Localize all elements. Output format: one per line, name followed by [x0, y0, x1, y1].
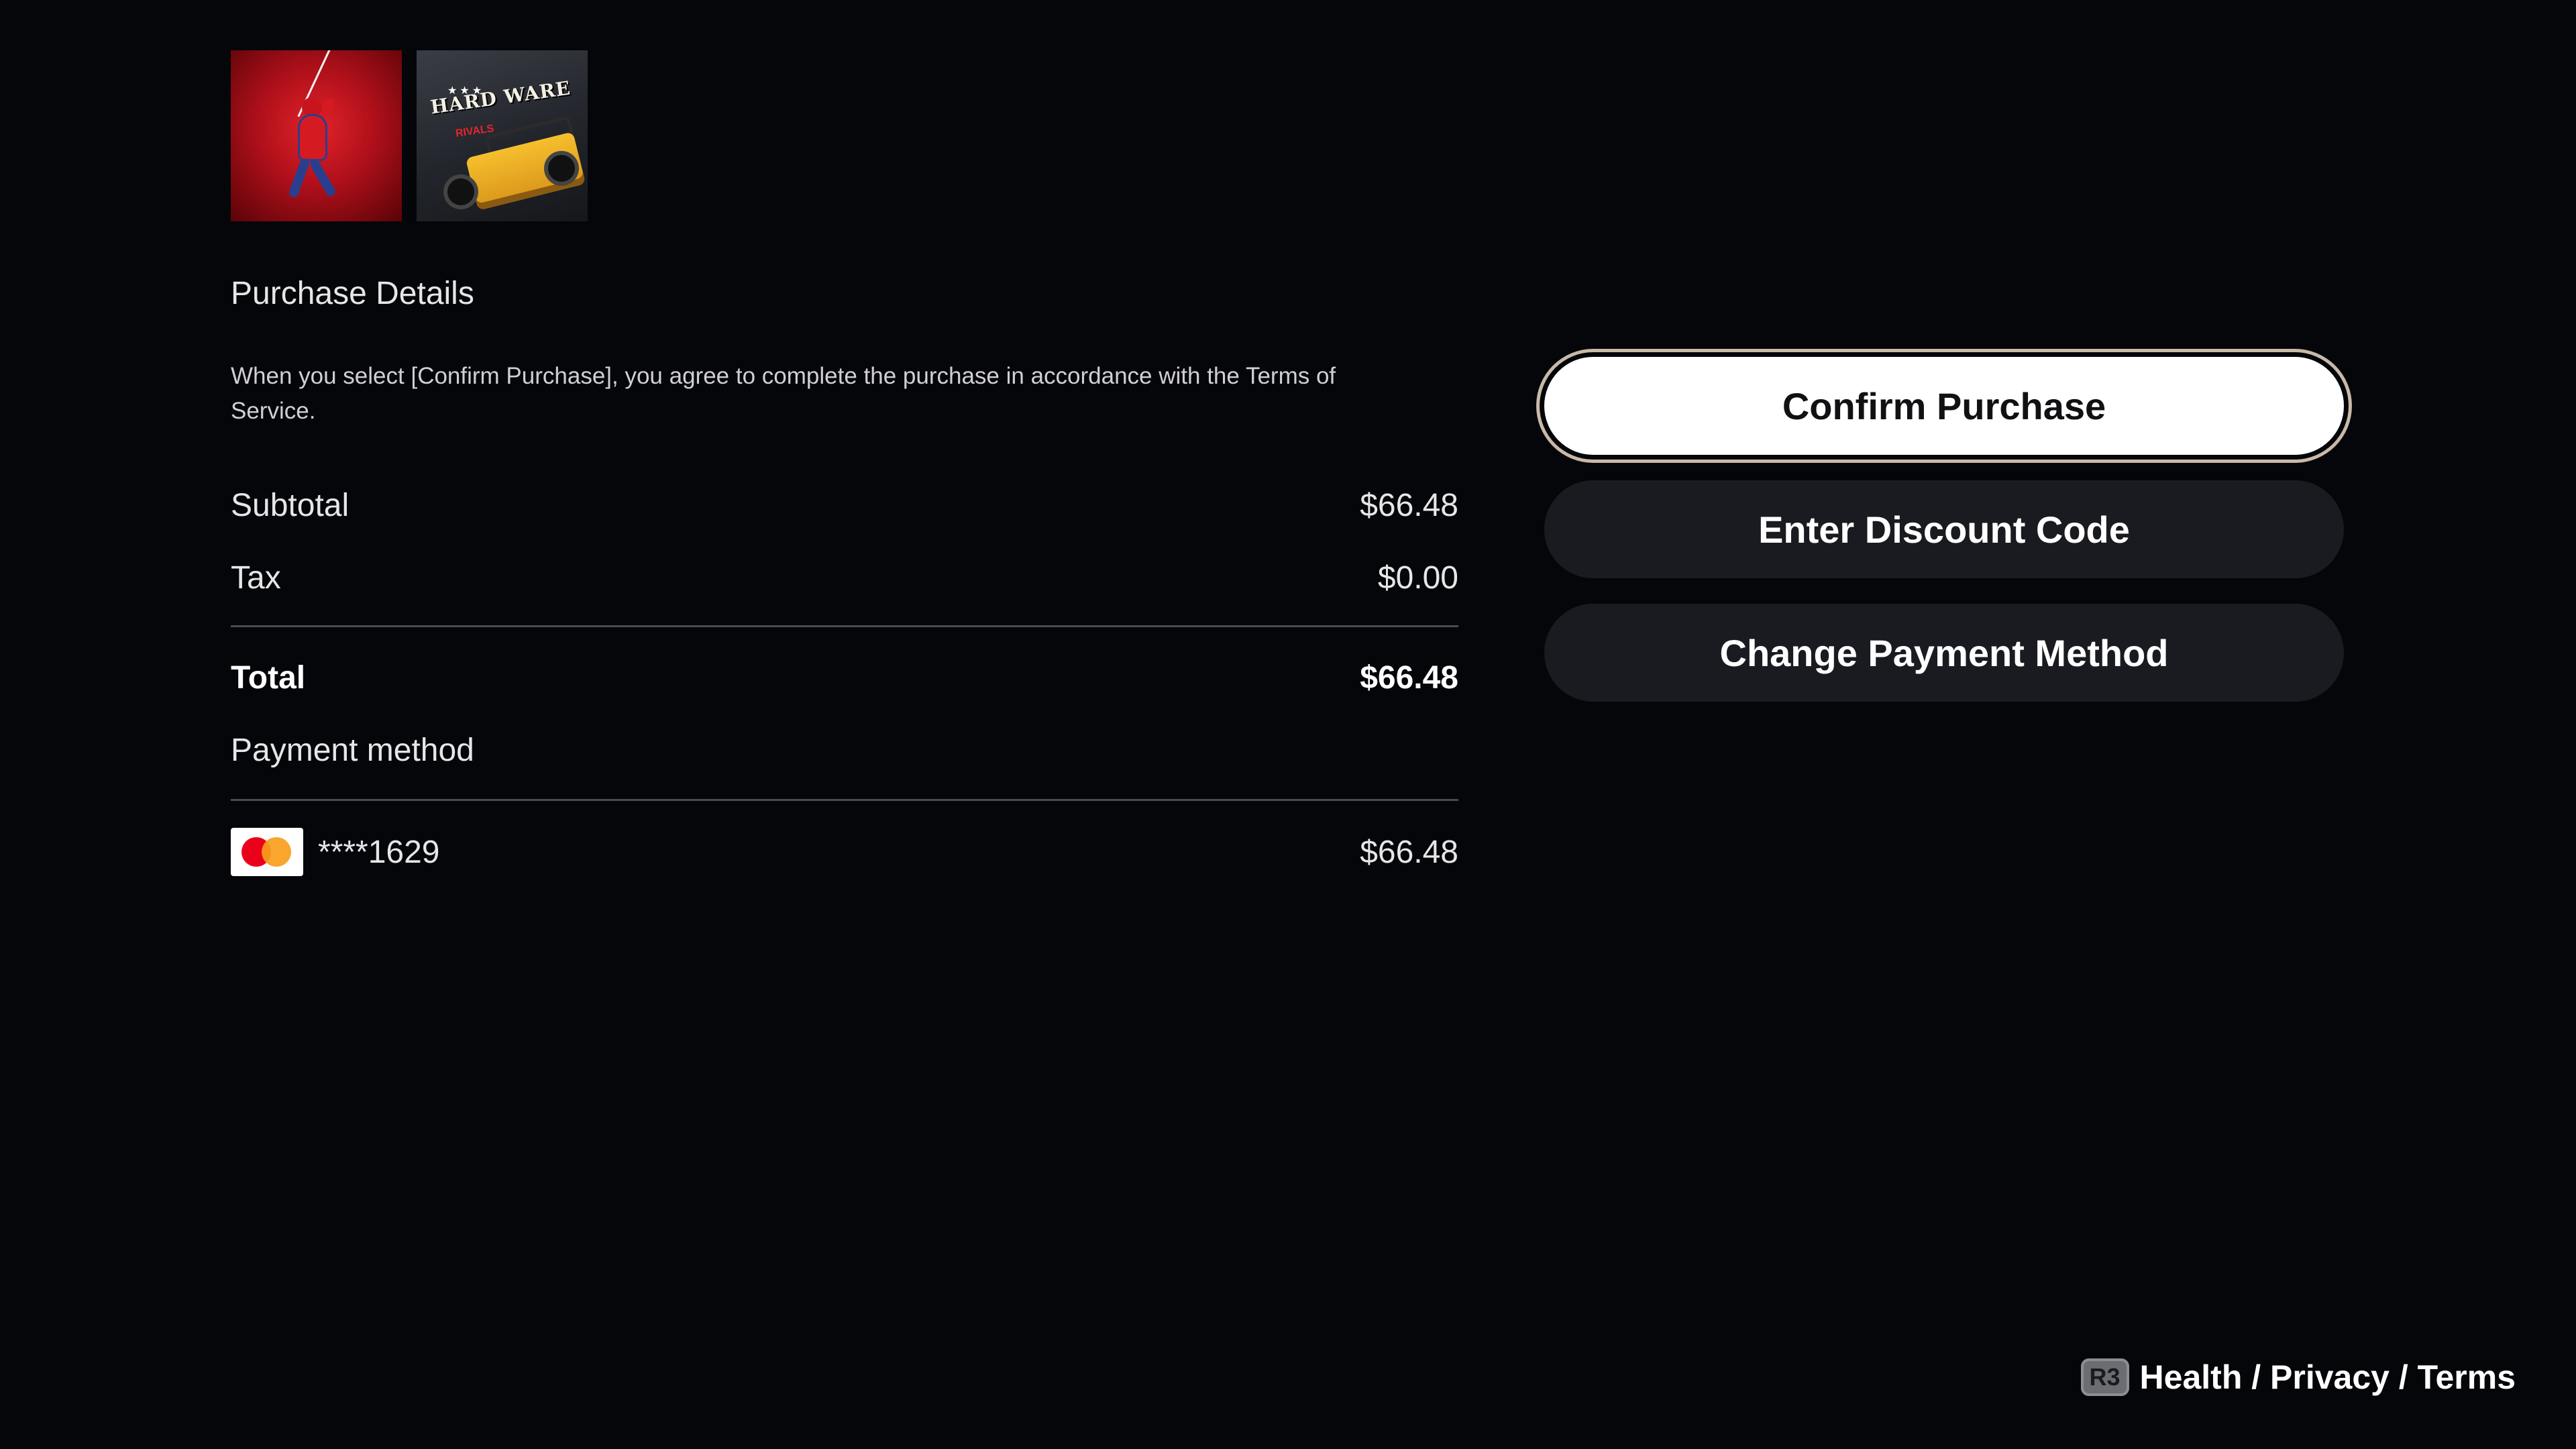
total-value: $66.48 — [1360, 659, 1458, 696]
payment-method-row: Payment method — [231, 727, 1458, 773]
truck-wheel — [443, 174, 478, 209]
tax-row: Tax $0.00 — [231, 554, 1458, 601]
payment-card-row: ****1629 $66.48 — [231, 827, 1458, 877]
payment-method-label: Payment method — [231, 732, 474, 768]
tax-value: $0.00 — [1377, 559, 1458, 596]
subtotal-row: Subtotal $66.48 — [231, 482, 1458, 529]
purchase-details-title: Purchase Details — [231, 276, 474, 311]
card-number: ****1629 — [318, 834, 440, 870]
spider-man-thumbnail — [231, 50, 402, 221]
confirm-purchase-button[interactable]: Confirm Purchase — [1544, 357, 2344, 455]
subtotal-label: Subtotal — [231, 487, 350, 523]
enter-discount-code-button[interactable]: Enter Discount Code — [1544, 480, 2344, 578]
hero-leg — [288, 157, 311, 199]
divider — [231, 625, 1458, 627]
hardware-rivals-thumbnail: ★★★ HARD WARE RIVALS — [417, 50, 588, 221]
footer-links[interactable]: R3 Health / Privacy / Terms — [2080, 1358, 2516, 1397]
hero-leg — [308, 158, 337, 198]
tax-label: Tax — [231, 559, 281, 596]
card-info: ****1629 — [231, 828, 440, 876]
r3-button-icon: R3 — [2080, 1358, 2129, 1396]
subtotal-value: $66.48 — [1360, 487, 1458, 523]
total-row: Total $66.48 — [231, 654, 1458, 701]
divider — [231, 799, 1458, 801]
card-amount: $66.48 — [1360, 834, 1458, 870]
change-payment-method-button[interactable]: Change Payment Method — [1544, 604, 2344, 702]
truck-wheel — [544, 151, 579, 186]
health-privacy-terms-link[interactable]: Health / Privacy / Terms — [2140, 1358, 2516, 1397]
hero-body — [298, 114, 327, 161]
total-label: Total — [231, 659, 306, 696]
product-thumbnails: ★★★ HARD WARE RIVALS — [231, 50, 588, 221]
mastercard-icon — [231, 828, 303, 876]
purchase-details-page: ★★★ HARD WARE RIVALS Purchase Details Wh… — [0, 0, 2576, 1449]
terms-notice: When you select [Confirm Purchase], you … — [231, 363, 1336, 424]
